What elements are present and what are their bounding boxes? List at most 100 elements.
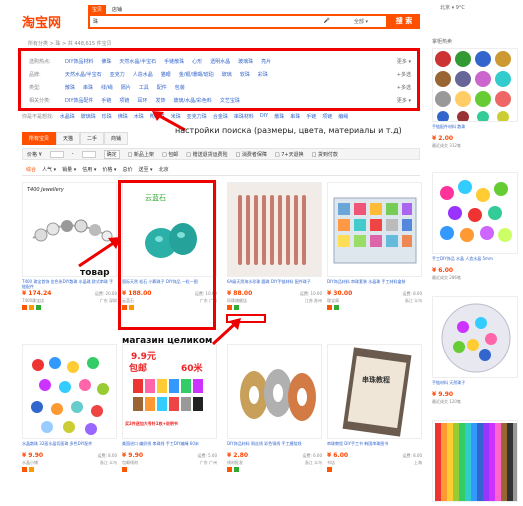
filter-option[interactable]: 彩珠: [258, 71, 268, 78]
sidebar-product-image[interactable]: [432, 420, 518, 502]
sidebar-product[interactable]: [432, 420, 518, 502]
filter-option[interactable]: 玻璃珠: [238, 58, 253, 65]
filter-option[interactable]: 手链: [101, 97, 111, 104]
price-min-input[interactable]: [49, 150, 64, 158]
filter-option[interactable]: 玻璃: [222, 71, 232, 78]
scope-select[interactable]: 全部 ▾: [354, 18, 368, 25]
price-confirm-button[interactable]: 确定: [103, 149, 120, 159]
filter-option[interactable]: 手链散珠: [164, 58, 184, 65]
product-image[interactable]: [327, 182, 422, 277]
filter-option[interactable]: 金/银/珊瑚/琥珀: [179, 71, 214, 78]
suggest-link[interactable]: 串珠: [290, 113, 300, 120]
checkbox-return-insurance[interactable]: □ 赠送退货运费险: [186, 151, 227, 158]
tab-shops[interactable]: 商铺: [104, 132, 129, 145]
filter-option[interactable]: 线/绳: [101, 84, 113, 91]
filter-option[interactable]: 人造水晶: [133, 71, 153, 78]
checkbox-consumer-protect[interactable]: □ 消费者保障: [236, 151, 267, 158]
filter-option[interactable]: 散珠: [65, 84, 75, 91]
filter-option[interactable]: 亮片: [261, 58, 271, 65]
taobao-logo[interactable]: 淘宝网: [22, 12, 61, 31]
suggest-link[interactable]: 编绳: [338, 113, 348, 120]
filter-option[interactable]: 工具: [139, 84, 149, 91]
filter-option[interactable]: 发饰: [155, 97, 165, 104]
ship-to-city[interactable]: 北京: [159, 166, 169, 173]
shop-name[interactable]: 水晶小铺: [22, 460, 38, 466]
product-title[interactable]: T400 珠宝首饰 金色系DIY散珠 水晶珠 欧式串珠 手链配件: [22, 279, 117, 289]
sort-credit[interactable]: 信用 ▾: [82, 166, 96, 173]
suggest-link[interactable]: 珍珠: [102, 113, 112, 120]
product-image[interactable]: [22, 344, 117, 439]
sort-sales[interactable]: 销量 ▾: [62, 166, 76, 173]
tab-tmall[interactable]: 天猫: [56, 132, 81, 145]
checkbox-free-shipping[interactable]: □ 包邮: [162, 151, 178, 158]
product-image[interactable]: [227, 182, 322, 277]
product-title[interactable]: 串珠教程 DIY手工书 韩国串珠图书: [327, 441, 422, 451]
sidebar-product[interactable]: 手链配件材料 散珠 ¥ 2.00 最近成交 312笔: [432, 48, 518, 149]
mic-icon[interactable]: 🎤: [324, 18, 330, 24]
filter-option[interactable]: 心形: [192, 58, 202, 65]
product-image[interactable]: 串珠教程: [327, 344, 422, 439]
filter-option[interactable]: 项链: [119, 97, 129, 104]
suggest-link[interactable]: 水晶珠: [60, 113, 75, 120]
sidebar-product[interactable]: 手工DIY饰品 水晶 人造水晶 5mm ¥ 6.00 最近成交 286笔: [432, 172, 518, 281]
product-card[interactable]: 9.9元 包邮 60米 买2件送加大号针1枚+说明书 美国进口 编织线 串珠线 …: [122, 344, 217, 506]
ship-to-select[interactable]: 送至 ▾: [138, 166, 152, 173]
product-title[interactable]: 水晶散珠 32面水晶切面珠 多色DIY配件: [22, 441, 117, 451]
product-title[interactable]: 6A级天然海水珍珠 圆珠 DIY手链材料 配件珠子: [227, 279, 322, 289]
filter-more-button[interactable]: 更多 ▾: [397, 58, 411, 65]
product-image[interactable]: [227, 344, 322, 439]
checkbox-7day-return[interactable]: □ 7+天退换: [275, 151, 304, 158]
filter-multi-button[interactable]: +多选: [397, 84, 411, 91]
filter-option[interactable]: 玻璃/水晶/彩色料: [173, 97, 211, 104]
sidebar-product-image[interactable]: [432, 296, 518, 378]
product-card[interactable]: DIY饰品材料 串珠套装 水晶珠 手工材料盒装 ¥ 30.00 运费: 8.00 …: [327, 182, 422, 344]
product-card[interactable]: 串珠教程 串珠教程 DIY手工书 韩国串珠图书 ¥ 6.00 运费: 8.00 书…: [327, 344, 422, 506]
search-input[interactable]: 珠: [93, 18, 98, 25]
filter-option[interactable]: 隔片: [121, 84, 131, 91]
sort-default[interactable]: 综合: [26, 166, 36, 173]
filter-option[interactable]: 配件: [157, 84, 167, 91]
filter-option[interactable]: 包装: [175, 84, 185, 91]
product-title[interactable]: DIY饰品材料 串珠套装 水晶珠 手工材料盒装: [327, 279, 422, 289]
shop-name[interactable]: 珍珠旗舰店: [227, 298, 247, 304]
shop-name[interactable]: 包邮线材: [122, 460, 138, 466]
suggest-link[interactable]: 合金珠: [213, 113, 228, 120]
tab-all-items[interactable]: 所有宝贝: [22, 132, 57, 145]
sidebar-product-image[interactable]: [432, 172, 518, 254]
filter-option[interactable]: 猫眼: [161, 71, 171, 78]
filter-option[interactable]: 文艺宝珠: [220, 97, 240, 104]
search-box[interactable]: 珠 🎤 全部 ▾: [88, 14, 388, 29]
filter-multi-button[interactable]: +多选: [397, 71, 411, 78]
suggest-link[interactable]: 散珠: [274, 113, 284, 120]
tab-shops[interactable]: 店铺: [108, 5, 126, 14]
suggest-link[interactable]: 手链: [306, 113, 316, 120]
sidebar-title[interactable]: 手链材料 天然珠子: [432, 380, 518, 390]
suggest-link[interactable]: 佛珠: [118, 113, 128, 120]
suggest-link[interactable]: 串珠材料: [234, 113, 254, 120]
product-image[interactable]: 9.9元 包邮 60米 买2件送加大号针1枚+说明书: [122, 344, 217, 439]
filter-option[interactable]: 天然水晶/半宝石: [65, 71, 102, 78]
filter-option[interactable]: 串珠: [83, 84, 93, 91]
sort-popularity[interactable]: 人气 ▾: [42, 166, 56, 173]
suggest-link[interactable]: 木珠: [134, 113, 144, 120]
sidebar-title[interactable]: 手工DIY饰品 水晶 人造水晶 5mm: [432, 256, 518, 266]
suggest-link[interactable]: 玻璃珠: [81, 113, 96, 120]
suggest-link[interactable]: 项链: [322, 113, 332, 120]
filter-more-button[interactable]: 更多 ▾: [397, 97, 411, 104]
sidebar-product[interactable]: 手链材料 天然珠子 ¥ 9.90 最近成交 120笔: [432, 296, 518, 405]
filter-option[interactable]: 透明水晶: [210, 58, 230, 65]
filter-option[interactable]: 佛珠: [101, 58, 111, 65]
checkbox-new[interactable]: □ 新品上架: [128, 151, 154, 158]
product-title[interactable]: 美国进口 编织线 串珠线 手工DIY编绳 60米: [122, 441, 217, 451]
filter-option[interactable]: 天然水晶/半宝石: [119, 58, 156, 65]
product-card[interactable]: 水晶散珠 32面水晶切面珠 多色DIY配件 ¥ 9.90 运费: 8.00 水晶小…: [22, 344, 117, 506]
shop-name[interactable]: T400珠宝店: [22, 298, 44, 304]
filter-option[interactable]: 亚克力: [110, 71, 125, 78]
sidebar-product-image[interactable]: [432, 48, 518, 122]
checkbox-cod[interactable]: □ 货到付款: [312, 151, 338, 158]
sort-total[interactable]: 总价: [122, 166, 132, 173]
filter-option[interactable]: 软珠: [240, 71, 250, 78]
filter-option[interactable]: DIY饰品材料: [65, 58, 93, 65]
shop-name[interactable]: 珠宝阁: [327, 298, 339, 304]
search-button[interactable]: 搜 索: [388, 14, 420, 29]
